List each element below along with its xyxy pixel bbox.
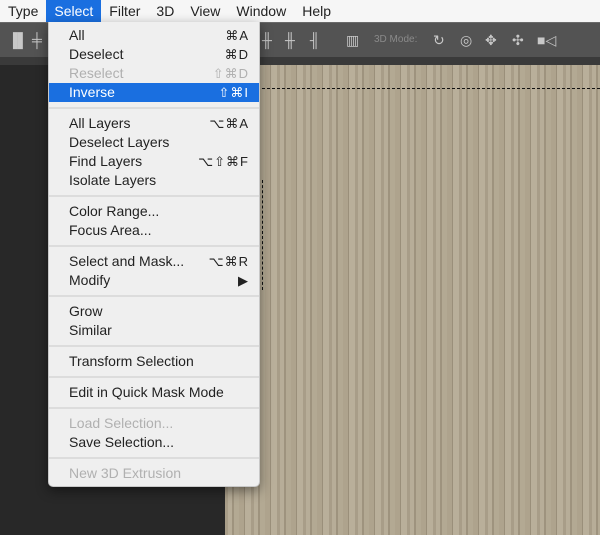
menu-item-label: Transform Selection — [69, 353, 194, 369]
menu-item-find-layers[interactable]: Find Layers ⌥⇧⌘F — [49, 152, 259, 171]
3d-pan-icon[interactable]: ✥ — [485, 32, 497, 49]
menu-view[interactable]: View — [182, 0, 228, 22]
menu-item-label: Deselect — [69, 46, 124, 62]
menu-item-color-range[interactable]: Color Range... — [49, 202, 259, 221]
menu-item-label: Select and Mask... — [69, 253, 185, 269]
menu-help[interactable]: Help — [294, 0, 339, 22]
menu-separator — [49, 240, 259, 252]
submenu-arrow-icon: ▶ — [238, 273, 249, 288]
menu-select[interactable]: Select — [46, 0, 102, 22]
menu-item-label: Find Layers — [69, 153, 143, 169]
menu-item-label: All — [69, 27, 85, 43]
3d-mode-label: 3D Mode: — [374, 34, 418, 45]
auto-align-icon[interactable]: ▥ — [346, 32, 359, 49]
menu-item-label: Focus Area... — [69, 222, 152, 238]
menu-item-label: Similar — [69, 322, 112, 338]
menu-item-select-and-mask[interactable]: Select and Mask... ⌥⌘R — [49, 252, 259, 271]
selection-marquee — [262, 88, 600, 89]
menu-item-label: Grow — [69, 303, 103, 319]
menu-separator — [49, 371, 259, 383]
menu-item-label: Reselect — [69, 65, 124, 81]
3d-orbit-icon[interactable]: ↻ — [433, 32, 445, 49]
menu-separator — [49, 190, 259, 202]
align-top-icon[interactable]: ▐▌ — [8, 32, 28, 48]
menu-item-reselect: Reselect ⇧⌘D — [49, 64, 259, 83]
menu-item-isolate-layers[interactable]: Isolate Layers — [49, 171, 259, 190]
menu-3d[interactable]: 3D — [148, 0, 182, 22]
menu-item-label: Inverse — [69, 84, 115, 100]
canvas-wood-image[interactable] — [225, 65, 600, 535]
menu-item-all-layers[interactable]: All Layers ⌥⌘A — [49, 114, 259, 133]
menu-item-shortcut: ⇧⌘I — [218, 85, 249, 100]
3d-slide-icon[interactable]: ✣ — [512, 32, 524, 49]
distribute-right-icon[interactable]: ╢ — [310, 32, 320, 48]
menu-item-new-3d-extrusion: New 3D Extrusion — [49, 464, 259, 483]
menu-item-label: All Layers — [69, 115, 131, 131]
menu-item-deselect[interactable]: Deselect ⌘D — [49, 45, 259, 64]
align-vcenter-icon[interactable]: ╪ — [32, 32, 42, 48]
menu-filter[interactable]: Filter — [101, 0, 148, 22]
menu-item-focus-area[interactable]: Focus Area... — [49, 221, 259, 240]
menu-item-shortcut: ⇧⌘D — [212, 66, 249, 81]
menu-item-grow[interactable]: Grow — [49, 302, 259, 321]
menu-bar: Type Select Filter 3D View Window Help — [0, 0, 600, 22]
menu-item-label: Load Selection... — [69, 415, 174, 431]
menu-item-label: Color Range... — [69, 203, 160, 219]
menu-item-shortcut: ⌘A — [225, 28, 249, 43]
selection-marquee-left — [262, 180, 263, 290]
menu-item-save-selection[interactable]: Save Selection... — [49, 433, 259, 452]
menu-item-modify[interactable]: Modify ▶ — [49, 271, 259, 290]
menu-item-label: Modify — [69, 272, 111, 288]
menu-item-shortcut: ⌥⌘A — [209, 116, 249, 131]
menu-item-edit-in-quick-mask-mode[interactable]: Edit in Quick Mask Mode — [49, 383, 259, 402]
menu-item-load-selection: Load Selection... — [49, 414, 259, 433]
menu-item-shortcut: ⌘D — [224, 47, 249, 62]
menu-item-label: New 3D Extrusion — [69, 465, 182, 481]
3d-roll-icon[interactable]: ◎ — [460, 32, 472, 49]
menu-separator — [49, 290, 259, 302]
menu-separator — [49, 402, 259, 414]
menu-item-similar[interactable]: Similar — [49, 321, 259, 340]
menu-item-deselect-layers[interactable]: Deselect Layers — [49, 133, 259, 152]
select-menu-dropdown: All ⌘A Deselect ⌘D Reselect ⇧⌘D Inverse ⇧⌘I All … — [48, 22, 260, 487]
3d-scale-video-icon[interactable]: ■◁ — [537, 32, 556, 49]
distribute-hcenter-icon[interactable]: ╫ — [285, 32, 295, 48]
menu-item-label: Isolate Layers — [69, 172, 157, 188]
menu-type[interactable]: Type — [0, 0, 46, 22]
menu-item-shortcut: ⌥⌘R — [208, 254, 249, 269]
menu-separator — [49, 102, 259, 114]
menu-item-label: Deselect Layers — [69, 134, 170, 150]
menu-item-shortcut: ⌥⇧⌘F — [198, 154, 249, 169]
menu-separator — [49, 452, 259, 464]
menu-item-transform-selection[interactable]: Transform Selection — [49, 352, 259, 371]
menu-window[interactable]: Window — [228, 0, 294, 22]
menu-item-label: Save Selection... — [69, 434, 175, 450]
menu-separator — [49, 340, 259, 352]
menu-item-all[interactable]: All ⌘A — [49, 26, 259, 45]
menu-item-inverse[interactable]: Inverse ⇧⌘I — [49, 83, 259, 102]
distribute-icon[interactable]: ╫ — [262, 32, 272, 48]
menu-item-label: Edit in Quick Mask Mode — [69, 384, 224, 400]
